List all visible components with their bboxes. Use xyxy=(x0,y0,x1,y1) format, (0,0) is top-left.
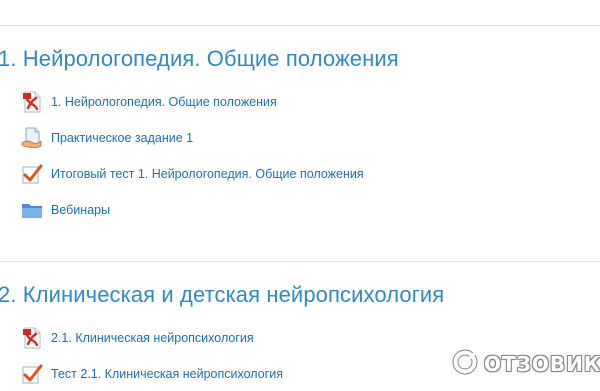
otzovik-watermark: ОТЗОВИК xyxy=(450,347,600,382)
quiz-icon xyxy=(20,362,44,386)
activity-item[interactable]: Вебинары xyxy=(20,198,110,222)
section-title[interactable]: 1. Нейрологопедия. Общие положения xyxy=(0,40,598,78)
activity-link[interactable]: Вебинары xyxy=(51,203,110,217)
pdf-icon xyxy=(20,90,44,114)
quiz-icon xyxy=(20,162,44,186)
watermark-logo-icon xyxy=(450,347,480,382)
activity-link[interactable]: Итоговый тест 1. Нейрологопедия. Общие п… xyxy=(51,167,364,181)
section-title[interactable]: 2. Клиническая и детская нейропсихология xyxy=(0,276,598,314)
assignment-icon xyxy=(20,126,44,150)
activity-item[interactable]: 2.1. Клиническая нейропсихология xyxy=(20,326,254,350)
course-section-2: 2. Клиническая и детская нейропсихология… xyxy=(0,276,600,384)
course-section-1: 1. Нейрологопедия. Общие положения 1. Не… xyxy=(0,40,600,218)
course-page: 1. Нейрологопедия. Общие положения 1. Не… xyxy=(0,0,600,391)
activity-link[interactable]: 1. Нейрологопедия. Общие положения xyxy=(51,95,277,109)
activity-item[interactable]: Практическое задание 1 xyxy=(20,126,193,150)
activity-item[interactable]: Итоговый тест 1. Нейрологопедия. Общие п… xyxy=(20,162,364,186)
activity-link[interactable]: Тест 2.1. Клиническая нейропсихология xyxy=(51,367,283,381)
activity-link[interactable]: 2.1. Клиническая нейропсихология xyxy=(51,331,254,345)
activity-item[interactable]: 1. Нейрологопедия. Общие положения xyxy=(20,90,277,114)
pdf-icon xyxy=(20,326,44,350)
activity-item[interactable]: Тест 2.1. Клиническая нейропсихология xyxy=(20,362,283,386)
activity-link[interactable]: Практическое задание 1 xyxy=(51,131,193,145)
top-divider xyxy=(0,25,600,26)
section-divider xyxy=(0,261,600,262)
folder-icon xyxy=(20,198,44,222)
watermark-text: ОТЗОВИК xyxy=(484,352,600,376)
